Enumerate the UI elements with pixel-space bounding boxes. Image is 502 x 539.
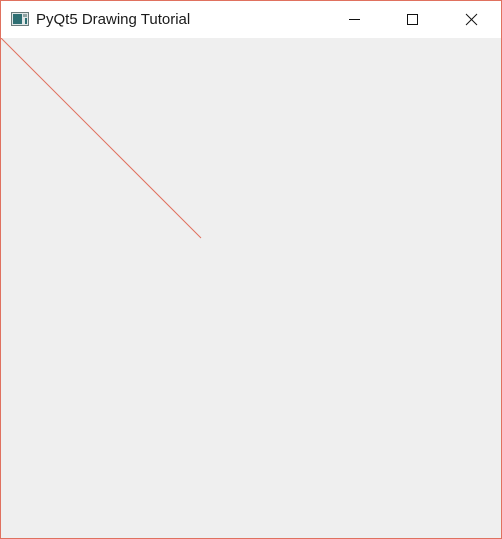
minimize-button[interactable] xyxy=(332,1,378,38)
window-title: PyQt5 Drawing Tutorial xyxy=(36,11,191,28)
title-bar[interactable]: PyQt5 Drawing Tutorial xyxy=(1,1,501,38)
qt-window-icon xyxy=(11,12,29,26)
drawing-canvas xyxy=(1,38,501,538)
close-button[interactable] xyxy=(448,1,494,38)
canvas-surface xyxy=(1,38,202,239)
close-icon xyxy=(465,13,478,26)
drawn-line xyxy=(1,38,202,239)
main-window: PyQt5 Drawing Tutorial xyxy=(0,0,502,539)
maximize-icon xyxy=(407,14,418,25)
maximize-button[interactable] xyxy=(389,1,435,38)
minimize-icon xyxy=(349,19,360,20)
